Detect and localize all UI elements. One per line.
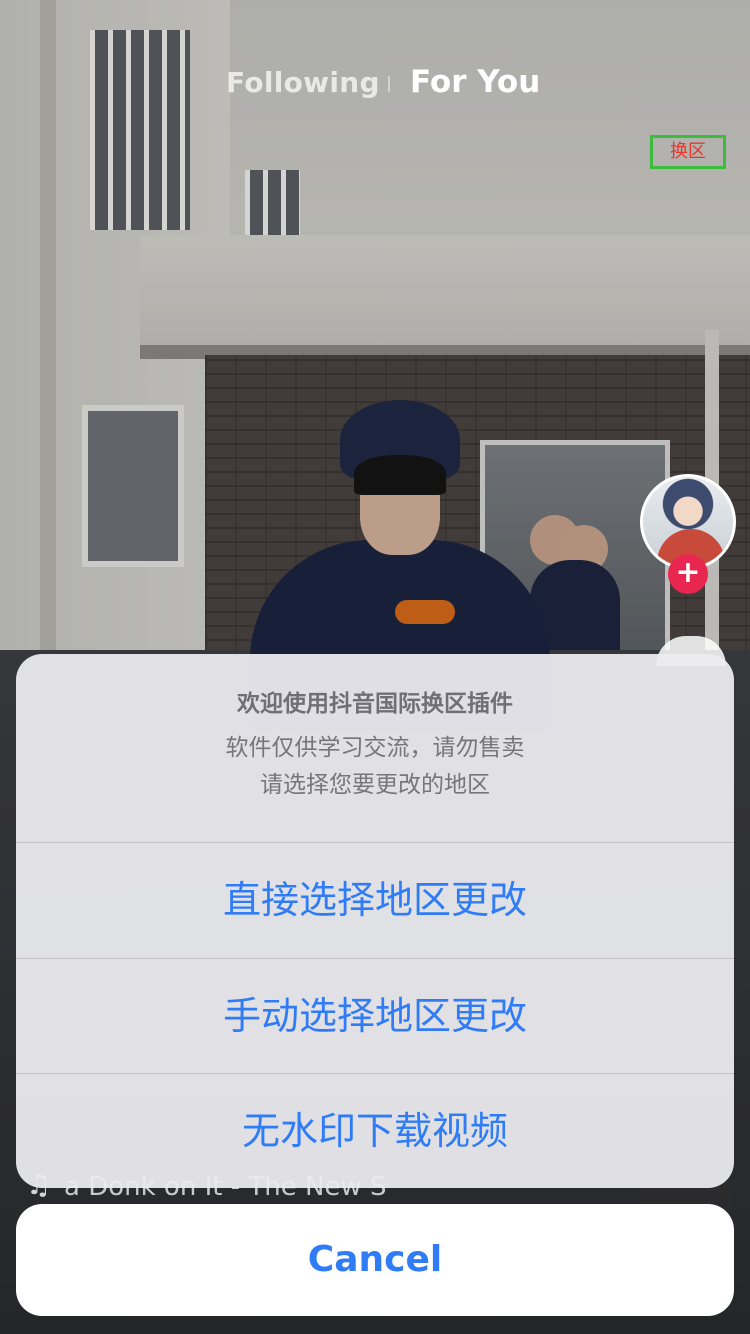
tab-for-you[interactable]: For You: [410, 64, 540, 100]
tab-following[interactable]: Following: [226, 66, 380, 99]
action-sheet-message: 请选择您要更改的地区: [260, 772, 490, 798]
action-sheet-message: 软件仅供学习交流，请勿售卖: [225, 735, 525, 761]
action-sheet-title: 欢迎使用抖音国际换区插件: [237, 691, 513, 717]
follow-plus-icon[interactable]: +: [668, 554, 708, 594]
top-nav: Following For You: [0, 62, 750, 106]
action-sheet-header: 欢迎使用抖音国际换区插件 软件仅供学习交流，请勿售卖 请选择您要更改的地区: [16, 654, 734, 842]
switch-region-button[interactable]: 换区: [650, 135, 726, 169]
option-download-without-watermark[interactable]: 无水印下载视频: [16, 1074, 734, 1188]
action-sheet: 欢迎使用抖音国际换区插件 软件仅供学习交流，请勿售卖 请选择您要更改的地区 直接…: [16, 654, 734, 1188]
option-select-region-directly[interactable]: 直接选择地区更改: [16, 843, 734, 957]
tab-separator: [388, 76, 390, 92]
option-select-region-manually[interactable]: 手动选择地区更改: [16, 959, 734, 1073]
cancel-button[interactable]: Cancel: [16, 1204, 734, 1316]
